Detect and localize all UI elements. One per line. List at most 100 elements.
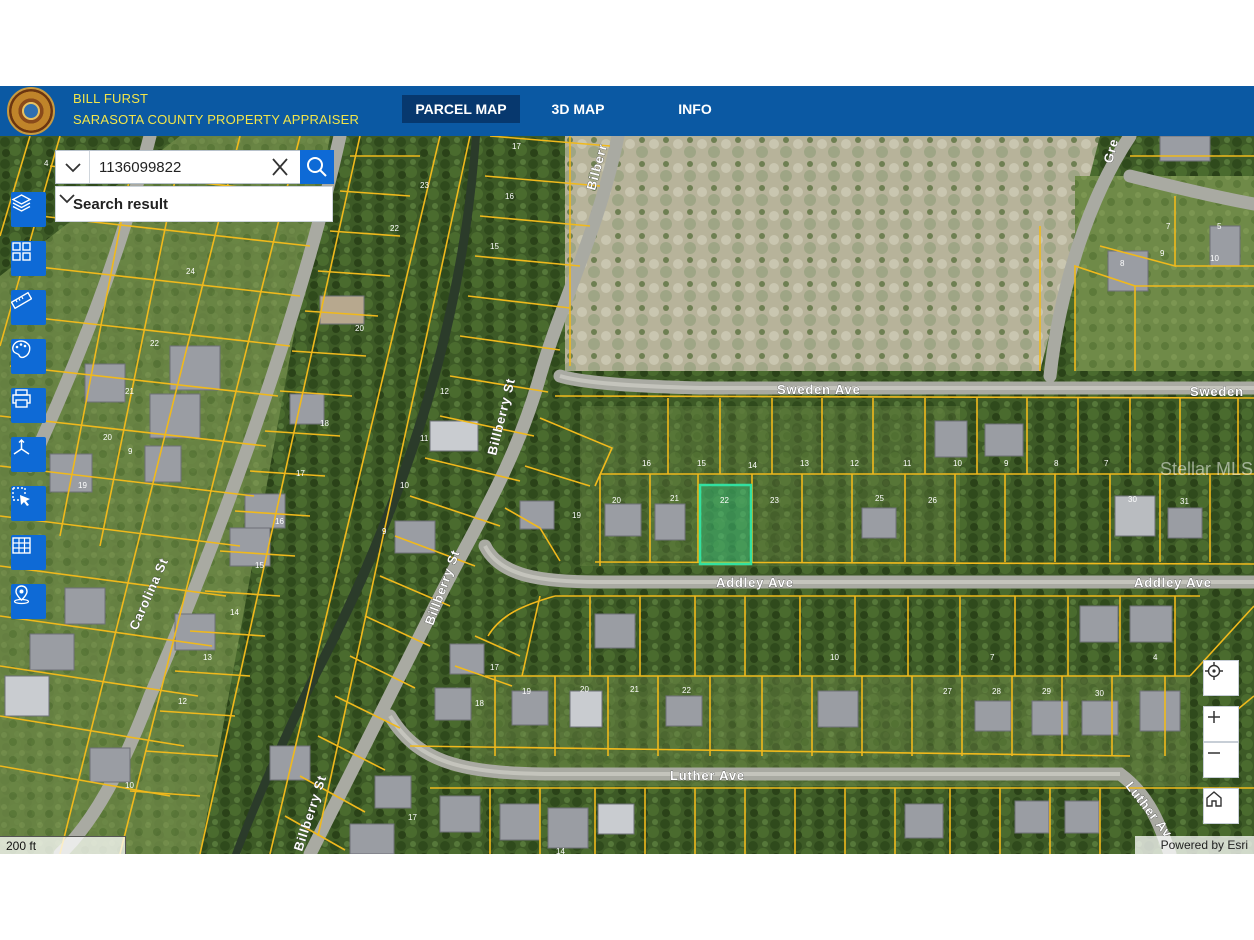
svg-text:22: 22 [682,686,691,695]
home-button[interactable] [1203,788,1239,824]
svg-text:26: 26 [928,496,937,505]
tab-info[interactable]: INFO [650,95,740,123]
svg-text:14: 14 [748,461,757,470]
svg-text:28: 28 [992,687,1001,696]
svg-text:9: 9 [382,527,387,536]
map-pin-icon [13,585,30,605]
table-icon [12,537,31,554]
svg-text:4: 4 [44,159,49,168]
search-input[interactable] [91,151,266,183]
svg-text:Addley Ave: Addley Ave [716,575,794,590]
svg-text:22: 22 [390,224,399,233]
svg-text:4: 4 [1153,653,1158,662]
svg-text:Addley Ave: Addley Ave [1134,575,1212,590]
svg-text:7: 7 [990,653,995,662]
svg-text:10: 10 [1210,254,1219,263]
svg-text:23: 23 [770,496,779,505]
svg-text:10: 10 [125,781,134,790]
select-parcels-button[interactable] [11,486,46,521]
svg-text:18: 18 [475,699,484,708]
tab-3d-map[interactable]: 3D MAP [530,95,626,123]
search-result-label: Search result [73,196,169,213]
zoom-in-button[interactable] [1203,706,1239,742]
svg-text:13: 13 [800,459,809,468]
attribution-label: Powered by Esri [1160,838,1248,852]
clear-search-button[interactable] [262,151,298,183]
location-tools-button[interactable] [11,584,46,619]
sketch-style-button[interactable] [11,339,46,374]
aerial-map: 16 15 14 13 12 11 10 9 8 9 10 7 5 8 7 19… [0,136,1254,854]
svg-text:16: 16 [275,517,284,526]
attribute-table-button[interactable] [11,535,46,570]
svg-text:21: 21 [670,494,679,503]
search-button[interactable] [300,150,334,184]
svg-text:9: 9 [1160,249,1165,258]
attribution: Powered by Esri [1135,836,1254,854]
basemap-grid-icon [12,242,31,261]
svg-text:31: 31 [1180,497,1189,506]
svg-text:16: 16 [505,192,514,201]
svg-text:17: 17 [512,142,521,151]
parcel-map-app: BILL FURST SARASOTA COUNTY PROPERTY APPR… [0,86,1254,854]
measure-button[interactable] [11,290,46,325]
locate-button[interactable] [1203,660,1239,696]
svg-text:13: 13 [203,653,212,662]
svg-text:11: 11 [903,459,912,468]
county-seal-logo [7,87,55,135]
scale-bar: 200 ft [0,836,126,854]
coordinates-icon [13,439,30,455]
measure-ruler-icon [11,291,32,310]
svg-text:24: 24 [186,267,195,276]
svg-text:25: 25 [875,494,884,503]
svg-text:16: 16 [642,459,651,468]
svg-text:20: 20 [103,433,112,442]
owner-name: BILL FURST [73,91,149,106]
close-icon [272,158,288,176]
svg-text:17: 17 [408,813,417,822]
layers-button[interactable] [11,192,46,227]
search-icon [307,157,327,177]
chevron-down-icon [65,163,81,173]
print-button[interactable] [11,388,46,423]
basemap-gallery-button[interactable] [11,241,46,276]
svg-text:Luther Ave: Luther Ave [670,768,745,783]
svg-text:19: 19 [78,481,87,490]
svg-text:15: 15 [490,242,499,251]
svg-text:Sweden: Sweden [1190,384,1244,399]
svg-text:7: 7 [1104,459,1109,468]
svg-text:15: 15 [255,561,264,570]
svg-text:19: 19 [572,511,581,520]
map-view[interactable]: 16 15 14 13 12 11 10 9 8 9 10 7 5 8 7 19… [0,136,1254,854]
svg-text:20: 20 [355,324,364,333]
layers-icon [11,194,32,212]
svg-text:29: 29 [1042,687,1051,696]
svg-text:17: 17 [296,469,305,478]
search-result-panel[interactable]: Search result [55,186,333,222]
tab-parcel-map[interactable]: PARCEL MAP [402,95,520,123]
coordinates-button[interactable] [11,437,46,472]
svg-text:14: 14 [556,847,565,854]
top-bar: BILL FURST SARASOTA COUNTY PROPERTY APPR… [0,86,1254,136]
svg-text:11: 11 [420,434,429,443]
office-name: SARASOTA COUNTY PROPERTY APPRAISER [73,112,360,127]
svg-text:20: 20 [612,496,621,505]
svg-text:12: 12 [850,459,859,468]
svg-text:30: 30 [1128,495,1137,504]
svg-text:17: 17 [490,663,499,672]
svg-text:22: 22 [150,339,159,348]
palette-icon [12,340,31,359]
home-icon [1206,791,1222,807]
svg-text:27: 27 [943,687,952,696]
svg-text:10: 10 [830,653,839,662]
search-source-dropdown[interactable] [56,151,90,183]
svg-text:12: 12 [440,387,449,396]
mls-watermark: Stellar MLS [1160,459,1254,479]
svg-text:22: 22 [720,496,729,505]
svg-text:15: 15 [697,459,706,468]
zoom-out-button[interactable] [1203,742,1239,778]
svg-text:19: 19 [522,687,531,696]
svg-text:18: 18 [320,419,329,428]
print-icon [12,389,31,408]
svg-text:8: 8 [1120,259,1125,268]
svg-text:20: 20 [580,685,589,694]
